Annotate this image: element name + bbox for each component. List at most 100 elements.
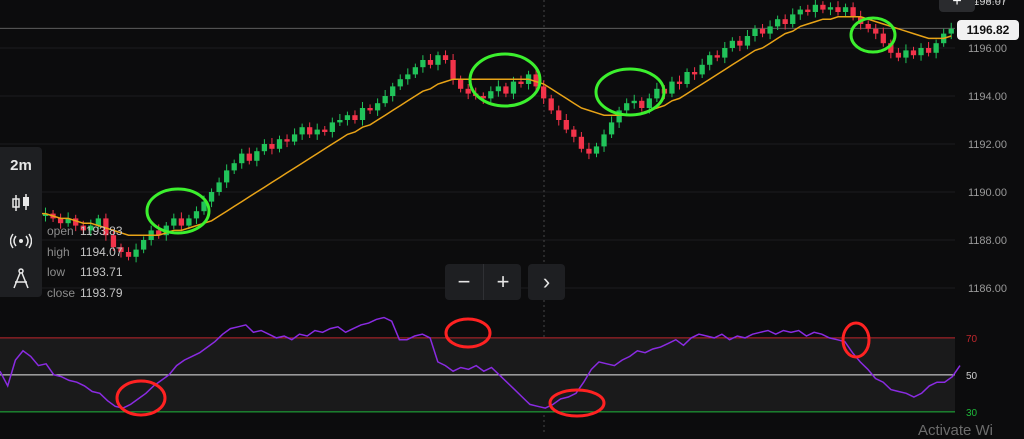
candle-body <box>842 7 849 12</box>
candle-body <box>495 86 502 92</box>
plus-icon[interactable]: + <box>939 0 975 12</box>
candle-body <box>412 67 418 75</box>
ohlc-open: open 1193.83 <box>47 224 123 238</box>
candle-body <box>880 33 886 44</box>
candle-body <box>442 55 449 60</box>
candle-body <box>925 48 932 53</box>
candle-body <box>752 28 758 36</box>
candle-body <box>359 108 366 120</box>
candle-body <box>646 98 652 108</box>
candle-body <box>556 110 562 120</box>
candle-body <box>382 96 388 104</box>
timeframe-button[interactable]: 2m <box>0 147 42 183</box>
candle-body <box>639 100 645 108</box>
candle-body <box>518 81 524 84</box>
candles-icon[interactable] <box>0 185 42 221</box>
candle-body <box>805 9 811 12</box>
candle-body <box>654 88 660 99</box>
candles <box>5 0 954 263</box>
candle-body <box>895 52 902 58</box>
candle-body <box>397 79 403 87</box>
price-tick-label: 1196.00 <box>968 43 1007 55</box>
rsi-tick-label: 70 <box>966 334 978 345</box>
rsi-tick-label: 30 <box>966 408 978 419</box>
ohlc-readout: open 1193.83 high 1194.07 low 1193.71 close… <box>47 221 123 303</box>
candle-body <box>246 153 252 161</box>
rsi-pane <box>0 337 955 413</box>
candle-body <box>367 108 373 111</box>
candle-body <box>269 144 275 149</box>
rsi-tick-label: 50 <box>966 371 978 382</box>
candle-body <box>797 9 803 15</box>
current-price-tag: 1196.82 <box>957 20 1019 40</box>
candle-body <box>291 134 298 142</box>
price-axis: 1198.071196.001194.001192.001190.001188.… <box>966 0 1007 419</box>
candle-body <box>261 144 268 152</box>
candle-body <box>722 48 728 58</box>
candle-body <box>133 249 139 257</box>
candle-body <box>933 43 939 53</box>
candle-body <box>873 28 879 34</box>
candle-body <box>186 218 192 226</box>
candle-body <box>216 182 222 192</box>
candle-body <box>744 36 751 46</box>
candle-body <box>790 14 796 24</box>
price-tick-label: 1186.00 <box>968 283 1007 295</box>
ohlc-high: high 1194.07 <box>47 244 123 259</box>
candle-body <box>850 7 856 17</box>
candle-body <box>676 81 683 84</box>
candle-body <box>457 79 464 89</box>
hand-drawn-circle <box>145 187 211 235</box>
candle-body <box>254 151 260 161</box>
candle-body <box>299 127 305 135</box>
broadcast-icon[interactable] <box>0 223 42 259</box>
candle-body <box>691 72 698 75</box>
candle-body <box>178 218 185 226</box>
candle-body <box>322 129 328 132</box>
ohlc-close: close 1193.79 <box>47 285 123 300</box>
candle-body <box>624 103 630 111</box>
candle-body <box>510 81 517 94</box>
candle-body <box>465 88 471 94</box>
compass-icon[interactable] <box>0 261 42 297</box>
candle-body <box>593 146 600 154</box>
candle-body <box>276 139 283 149</box>
candle-body <box>307 127 313 135</box>
candle-body <box>427 60 434 65</box>
candle-body <box>548 98 554 111</box>
candle-body <box>631 100 637 104</box>
candle-body <box>337 120 343 123</box>
candle-body <box>714 55 720 58</box>
zoom-in-button[interactable]: + <box>483 264 522 300</box>
side-toolbar: 2m <box>0 147 42 297</box>
candle-body <box>329 122 335 132</box>
price-tick-label: 1192.00 <box>968 139 1007 151</box>
candle-body <box>918 48 924 56</box>
candle-body <box>601 134 607 147</box>
candle-body <box>224 170 230 183</box>
price-tick-label: 1188.00 <box>968 235 1007 247</box>
candle-body <box>344 115 351 120</box>
candle-body <box>774 19 781 27</box>
ohlc-low: low 1193.71 <box>47 265 123 279</box>
candle-body <box>541 86 547 99</box>
candle-body <box>352 115 358 120</box>
candle-body <box>827 7 834 10</box>
candle-body <box>390 86 396 96</box>
candle-body <box>669 81 675 94</box>
price-tick-label: 1194.00 <box>968 91 1007 103</box>
candle-body <box>374 103 381 111</box>
scroll-next-button[interactable]: › <box>528 264 565 300</box>
activate-windows-watermark: Activate Wi <box>918 422 994 439</box>
candle-body <box>699 64 705 75</box>
candle-body <box>586 148 592 154</box>
candle-body <box>835 7 841 12</box>
candle-body <box>503 86 509 94</box>
zoom-out-button[interactable]: − <box>445 264 483 300</box>
candle-body <box>729 40 735 48</box>
candle-body <box>903 50 909 58</box>
candle-body <box>140 240 147 250</box>
zoom-controls: − + <box>445 264 521 300</box>
candle-body <box>208 192 215 202</box>
candle-body <box>239 153 245 164</box>
